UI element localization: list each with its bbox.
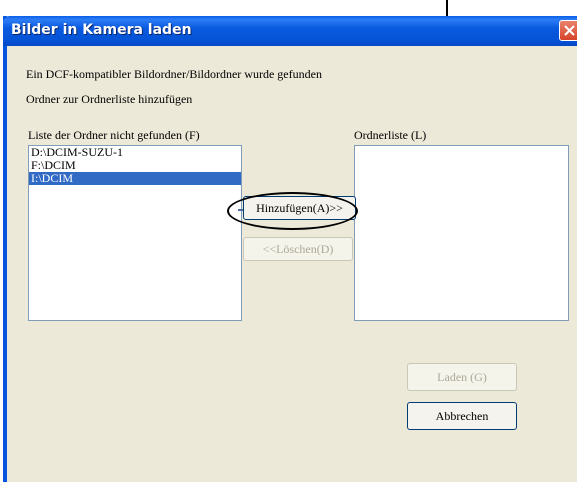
list-item-selected[interactable]: I:\DCIM: [29, 172, 241, 185]
folders-not-found-list[interactable]: D:\DCIM-SUZU-1 F:\DCIM I:\DCIM: [28, 145, 242, 321]
left-list-label: Liste der Ordner nicht gefunden (F): [28, 128, 200, 142]
load-button[interactable]: Laden (G): [407, 363, 517, 391]
message-line-1: Ein DCF-kompatibler Bildordner/Bildordne…: [26, 67, 322, 81]
add-button[interactable]: Hinzufügen(A)>>: [243, 196, 356, 220]
cancel-button[interactable]: Abbrechen: [407, 402, 517, 430]
right-list-label: Ordnerliste (L): [354, 128, 427, 142]
window-title: Bilder in Kamera laden: [11, 22, 192, 38]
folder-list[interactable]: [354, 145, 569, 321]
delete-button[interactable]: <<Löschen(D): [243, 237, 353, 261]
close-button[interactable]: [559, 20, 577, 41]
close-icon: [564, 25, 575, 36]
message-line-2: Ordner zur Ordnerliste hinzufügen: [26, 92, 193, 106]
dialog-window: Bilder in Kamera laden Ein DCF-kompatibl…: [3, 16, 577, 482]
title-bar[interactable]: Bilder in Kamera laden: [3, 16, 577, 46]
